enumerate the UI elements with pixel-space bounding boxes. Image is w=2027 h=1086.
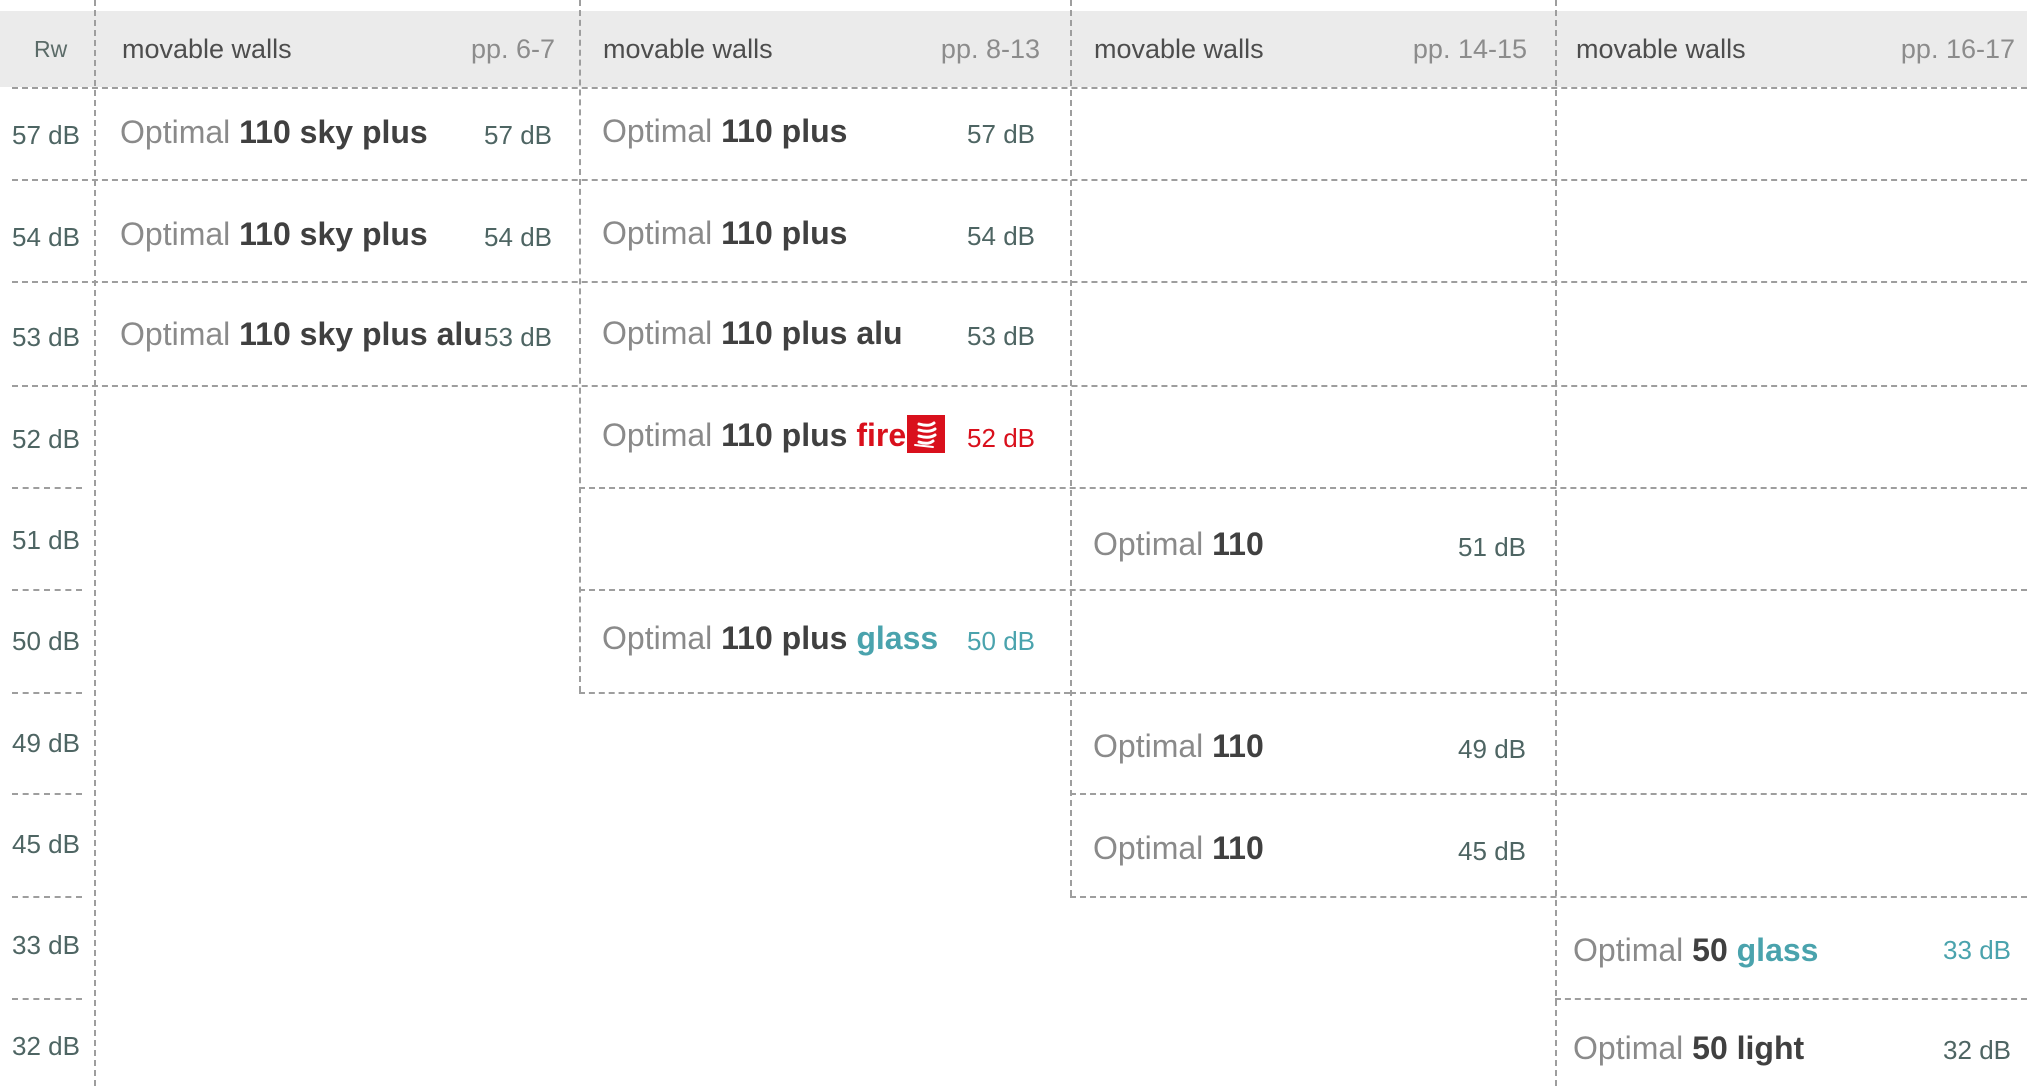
- column-header-title-4: movable walls: [1576, 34, 1746, 64]
- grid-line: [1555, 998, 2027, 1000]
- grid-line: [579, 692, 1070, 694]
- product-model: 110 sky plus: [239, 114, 428, 150]
- product-name: Optimal 50 glass: [1573, 932, 1818, 969]
- product-rw-value: 50 dB: [967, 626, 1035, 656]
- product-name: Optimal 110: [1093, 526, 1264, 563]
- product-brand: Optimal: [1573, 932, 1684, 968]
- column-header-pages-2: pp. 8-13: [940, 34, 1040, 64]
- column-header-pages-1: pp. 6-7: [470, 34, 555, 64]
- rw-row-label: 50 dB: [12, 626, 80, 656]
- product-brand: Optimal: [1573, 1030, 1684, 1066]
- product-rw-value: 54 dB: [484, 222, 552, 252]
- product-name: Optimal 110 sky plus: [120, 216, 428, 253]
- product-name: Optimal 110 sky plus alu: [120, 316, 483, 353]
- product-rw-value: 33 dB: [1943, 935, 2011, 965]
- product-model: 110 plus: [721, 417, 848, 453]
- product-brand: Optimal: [602, 315, 713, 351]
- rw-row-label: 54 dB: [12, 222, 80, 252]
- grid-line: [1555, 0, 1557, 1086]
- grid-line: [1070, 793, 2027, 795]
- product-name: Optimal 110 plus alu: [602, 315, 903, 352]
- grid-line: [12, 589, 82, 591]
- product-brand: Optimal: [120, 316, 231, 352]
- product-rw-value: 57 dB: [484, 120, 552, 150]
- grid-line: [12, 385, 2027, 387]
- rw-row-label: 49 dB: [12, 728, 80, 758]
- grid-line: [12, 179, 2027, 181]
- product-model: 110 plus: [721, 215, 848, 251]
- product-model: 50: [1692, 932, 1728, 968]
- product-variant-glass: glass: [856, 620, 939, 656]
- product-name: Optimal 110 sky plus: [120, 114, 428, 151]
- product-model: 110 plus alu: [721, 315, 903, 351]
- product-brand: Optimal: [602, 215, 713, 251]
- product-variant-glass: glass: [1736, 932, 1819, 968]
- product-brand: Optimal: [1093, 728, 1204, 764]
- product-brand: Optimal: [602, 113, 713, 149]
- column-header-title-3: movable walls: [1094, 34, 1264, 64]
- product-name: Optimal 110 plus glass: [602, 620, 938, 657]
- grid-line: [579, 589, 2027, 591]
- grid-line: [12, 896, 82, 898]
- rw-row-label: 45 dB: [12, 829, 80, 859]
- grid-line: [579, 487, 2027, 489]
- product-model: 110: [1212, 728, 1264, 764]
- product-brand: Optimal: [1093, 830, 1204, 866]
- product-model: 110 sky plus: [239, 216, 428, 252]
- grid-line: [1070, 692, 2027, 694]
- grid-line: [12, 87, 2027, 89]
- product-brand: Optimal: [602, 417, 713, 453]
- product-rw-value: 51 dB: [1458, 532, 1526, 562]
- grid-line: [12, 487, 82, 489]
- product-brand: Optimal: [1093, 526, 1204, 562]
- grid-line: [12, 281, 2027, 283]
- rw-row-label: 32 dB: [12, 1031, 80, 1061]
- grid-line: [12, 793, 82, 795]
- rw-row-label: 53 dB: [12, 322, 80, 352]
- product-rw-value: 53 dB: [967, 321, 1035, 351]
- product-rw-value: 52 dB: [967, 423, 1035, 453]
- grid-line: [1070, 0, 1072, 896]
- product-rw-value: 57 dB: [967, 119, 1035, 149]
- product-name: Optimal 110: [1093, 728, 1264, 765]
- product-rw-value: 32 dB: [1943, 1035, 2011, 1065]
- product-model: 110 plus: [721, 620, 848, 656]
- product-model: 110: [1212, 526, 1264, 562]
- product-name: Optimal 110 plus: [602, 113, 847, 150]
- column-header-title-1: movable walls: [122, 34, 292, 64]
- product-brand: Optimal: [120, 216, 231, 252]
- rw-row-label: 33 dB: [12, 930, 80, 960]
- column-header-title-2: movable walls: [603, 34, 773, 64]
- product-variant-fire: fire: [856, 417, 907, 453]
- product-rw-value: 45 dB: [1458, 836, 1526, 866]
- product-name: Optimal 110 plus: [602, 215, 847, 252]
- grid-line: [12, 998, 82, 1000]
- product-model: 50 light: [1692, 1030, 1805, 1066]
- product-brand: Optimal: [602, 620, 713, 656]
- product-name: Optimal 110 plus fire: [602, 417, 906, 454]
- product-name: Optimal 110: [1093, 830, 1264, 867]
- rw-row-label: 57 dB: [12, 120, 80, 150]
- product-rw-value: 49 dB: [1458, 734, 1526, 764]
- product-model: 110: [1212, 830, 1264, 866]
- product-rw-value: 54 dB: [967, 221, 1035, 251]
- column-header-pages-4: pp. 16-17: [1900, 34, 2015, 64]
- grid-line: [94, 0, 96, 1086]
- rw-column-header: Rw: [34, 36, 68, 62]
- product-model: 110 sky plus alu: [239, 316, 483, 352]
- column-header-pages-3: pp. 14-15: [1412, 34, 1527, 64]
- product-model: 110 plus: [721, 113, 848, 149]
- rw-row-label: 51 dB: [12, 525, 80, 555]
- product-name: Optimal 50 light: [1573, 1030, 1804, 1067]
- product-rw-value: 53 dB: [484, 322, 552, 352]
- grid-line: [1070, 896, 2027, 898]
- grid-line: [12, 692, 82, 694]
- product-brand: Optimal: [120, 114, 231, 150]
- rw-row-label: 52 dB: [12, 424, 80, 454]
